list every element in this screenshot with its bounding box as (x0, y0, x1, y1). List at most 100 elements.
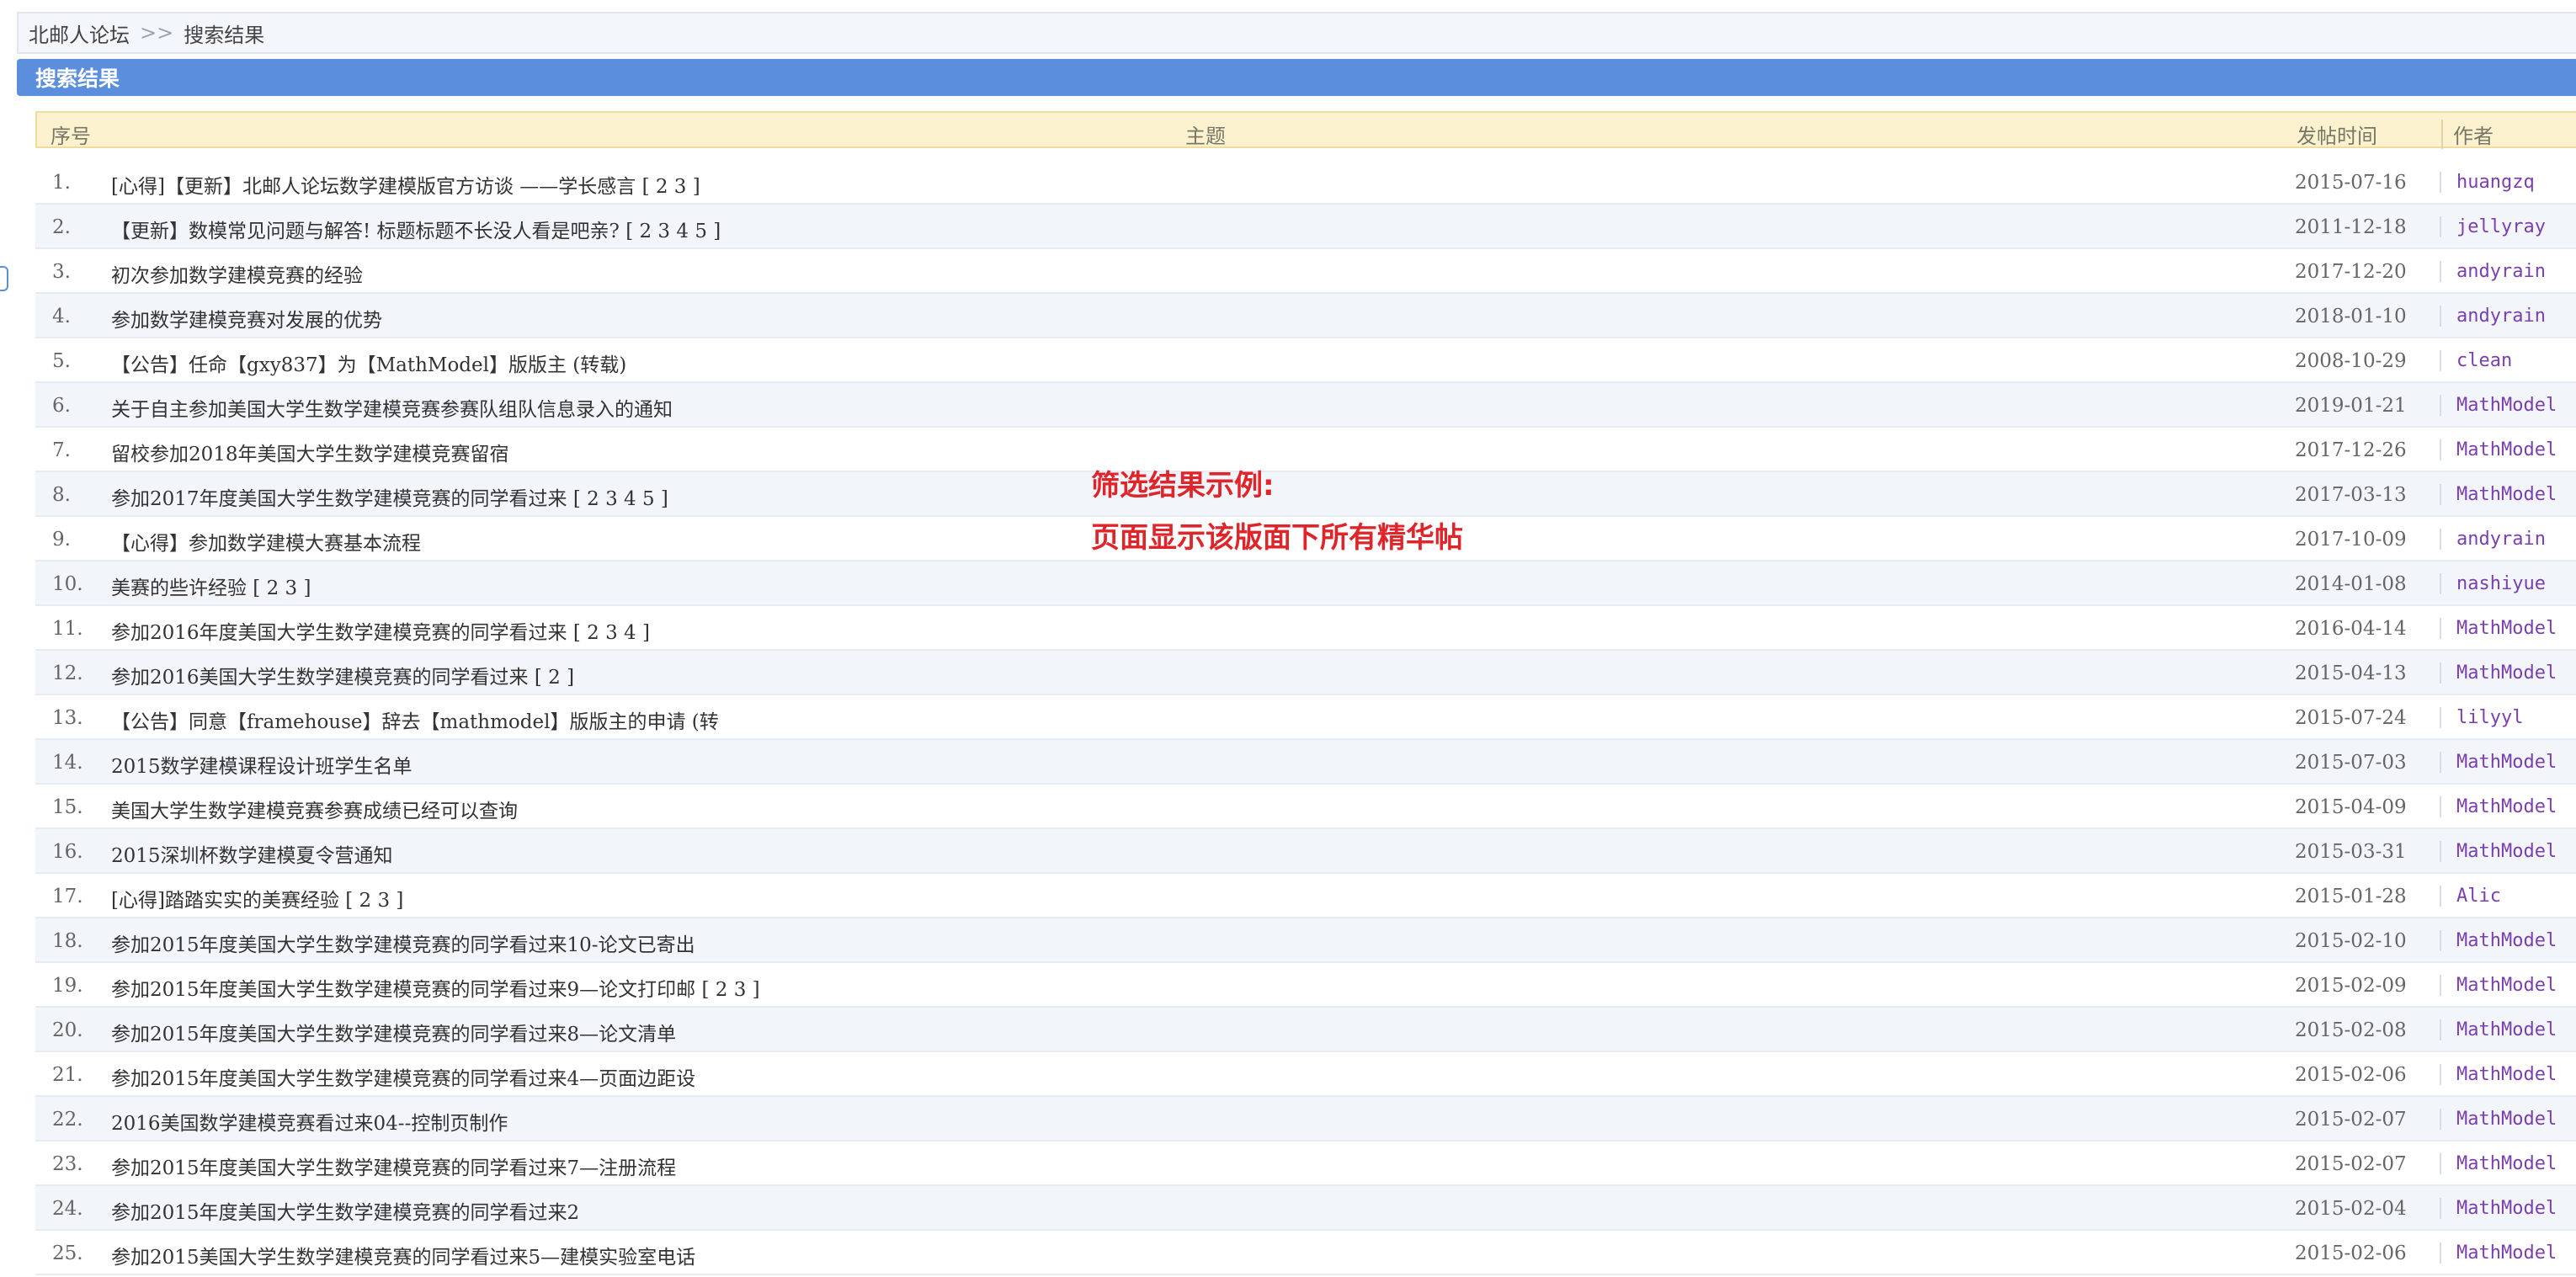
search-results-page: 北邮人论坛 >> 搜索结果 搜索结果 序号 主题 发帖时间 作者 1. [心得]【… (0, 0, 2576, 1277)
row-post-time: 2015-02-07 (2295, 1153, 2407, 1175)
row-author-link[interactable]: MathModel (2440, 662, 2557, 684)
row-post-time: 2016-04-14 (2295, 618, 2407, 640)
table-row: 21. 参加2015年度美国大学生数学建模竞赛的同学看过来4—页面边距设 2015-… (35, 1052, 2576, 1097)
row-post-time: 2015-01-28 (2295, 886, 2407, 907)
row-topic-link[interactable]: 参加2015年度美国大学生数学建模竞赛的同学看过来7—注册流程 (111, 1152, 676, 1180)
row-author-link[interactable]: huangzq (2440, 172, 2535, 193)
table-row: 3. 初次参加数学建模竞赛的经验 2017-12-20 andyrain (35, 249, 2576, 294)
row-topic-link[interactable]: 参加2016年度美国大学生数学建模竞赛的同学看过来 [ 2 3 4 ] (111, 616, 650, 645)
row-author-link[interactable]: andyrain (2440, 306, 2546, 327)
table-row: 13. 【公告】同意【framehouse】辞去【mathmodel】版版主的申请… (35, 695, 2576, 740)
row-seq: 24. (52, 1198, 83, 1220)
row-topic-link[interactable]: 参加2015年度美国大学生数学建模竞赛的同学看过来10-论文已寄出 (111, 928, 695, 957)
row-author-link[interactable]: MathModel (2440, 1153, 2557, 1174)
breadcrumb-forum-link[interactable]: 北邮人论坛 (29, 19, 130, 48)
side-panel-toggle-handle[interactable] (0, 266, 8, 291)
row-topic-link[interactable]: 美国大学生数学建模竞赛参赛成绩已经可以查询 (111, 795, 518, 823)
row-seq: 2. (52, 216, 71, 238)
row-author-link[interactable]: MathModel (2440, 975, 2557, 996)
row-author-link[interactable]: MathModel (2440, 439, 2557, 460)
row-post-time: 2014-01-08 (2295, 573, 2407, 595)
row-seq: 1. (52, 172, 71, 194)
row-post-time: 2011-12-18 (2295, 216, 2407, 238)
row-topic-link[interactable]: 参加2015年度美国大学生数学建模竞赛的同学看过来2 (111, 1196, 579, 1225)
row-author-link[interactable]: MathModel (2440, 930, 2557, 951)
table-row: 16. 2015深圳杯数学建模夏令营通知 2015-03-31 MathModel (35, 829, 2576, 874)
row-author-link[interactable]: MathModel (2440, 484, 2557, 505)
row-topic-link[interactable]: 2015深圳杯数学建模夏令营通知 (111, 839, 393, 868)
row-topic-link[interactable]: 美赛的些许经验 [ 2 3 ] (111, 572, 311, 600)
row-author-link[interactable]: MathModel (2440, 1019, 2557, 1040)
row-author-link[interactable]: andyrain (2440, 261, 2546, 282)
row-topic-link[interactable]: 参加2015年度美国大学生数学建模竞赛的同学看过来9—论文打印邮 [ 2 3 ] (111, 973, 760, 1002)
row-topic-link[interactable]: 参加2017年度美国大学生数学建模竞赛的同学看过来 [ 2 3 4 5 ] (111, 482, 668, 511)
row-topic-link[interactable]: 参加数学建模竞赛对发展的优势 (111, 304, 382, 333)
row-topic-link[interactable]: 【公告】同意【framehouse】辞去【mathmodel】版版主的申请 (转 (111, 705, 719, 734)
row-author-link[interactable]: MathModel (2440, 395, 2557, 416)
header-topic: 主题 (1185, 125, 1226, 148)
row-author-link[interactable]: MathModel (2440, 1064, 2557, 1085)
row-author-link[interactable]: MathModel (2440, 1242, 2557, 1264)
row-author-link[interactable]: clean (2440, 350, 2512, 371)
row-topic-link[interactable]: 参加2015年度美国大学生数学建模竞赛的同学看过来8—论文清单 (111, 1018, 676, 1046)
row-seq: 5. (52, 350, 71, 372)
table-row: 17. [心得]踏踏实实的美赛经验 [ 2 3 ] 2015-01-28 Alic (35, 874, 2576, 918)
table-row: 11. 参加2016年度美国大学生数学建模竞赛的同学看过来 [ 2 3 4 ] 20… (35, 606, 2576, 651)
row-seq: 17. (52, 886, 83, 907)
row-author-link[interactable]: jellyray (2440, 216, 2546, 237)
row-topic-link[interactable]: 【更新】数模常见问题与解答! 标题标题不长没人看是吧亲? [ 2 3 4 5 ] (111, 215, 721, 243)
row-post-time: 2017-10-09 (2295, 529, 2407, 551)
row-topic-link[interactable]: [心得]踏踏实实的美赛经验 [ 2 3 ] (111, 884, 403, 913)
row-seq: 20. (52, 1019, 83, 1041)
row-seq: 23. (52, 1153, 83, 1175)
table-row: 15. 美国大学生数学建模竞赛参赛成绩已经可以查询 2015-04-09 MathMo… (35, 785, 2576, 829)
table-row: 10. 美赛的些许经验 [ 2 3 ] 2014-01-08 nashiyue (35, 561, 2576, 606)
row-seq: 8. (52, 484, 71, 506)
table-row: 24. 参加2015年度美国大学生数学建模竞赛的同学看过来2 2015-02-04 M… (35, 1186, 2576, 1231)
row-topic-link[interactable]: [心得]【更新】北邮人论坛数学建模版官方访谈 ——学长感言 [ 2 3 ] (111, 170, 700, 199)
row-topic-link[interactable]: 初次参加数学建模竞赛的经验 (111, 259, 363, 288)
row-post-time: 2015-02-06 (2295, 1242, 2407, 1264)
row-topic-link[interactable]: 2015数学建模课程设计班学生名单 (111, 750, 412, 779)
row-post-time: 2018-01-10 (2295, 306, 2407, 327)
row-post-time: 2015-07-24 (2295, 707, 2407, 729)
row-seq: 10. (52, 573, 83, 595)
breadcrumb-current: 搜索结果 (184, 23, 265, 47)
results-rows: 1. [心得]【更新】北邮人论坛数学建模版官方访谈 ——学长感言 [ 2 3 ] 2… (35, 160, 2576, 1275)
row-seq: 18. (52, 930, 83, 952)
table-row: 22. 2016美国数学建模竞赛看过来04--控制页制作 2015-02-07 Mat… (35, 1097, 2576, 1141)
row-author-link[interactable]: MathModel (2440, 1109, 2557, 1130)
row-topic-link[interactable]: 2016美国数学建模竞赛看过来04--控制页制作 (111, 1107, 508, 1136)
table-row: 25. 参加2015美国大学生数学建模竞赛的同学看过来5—建模实验室电话 2015-… (35, 1231, 2576, 1275)
table-row: 6. 关于自主参加美国大学生数学建模竞赛参赛队组队信息录入的通知 2019-01-2… (35, 383, 2576, 428)
breadcrumb: 北邮人论坛 >> 搜索结果 (17, 12, 2576, 54)
row-author-link[interactable]: andyrain (2440, 529, 2546, 550)
section-title: 搜索结果 (35, 67, 120, 91)
row-seq: 15. (52, 796, 83, 818)
row-author-link[interactable]: MathModel (2440, 1198, 2557, 1219)
row-author-link[interactable]: MathModel (2440, 618, 2557, 639)
row-author-link[interactable]: MathModel (2440, 796, 2557, 817)
row-author-link[interactable]: MathModel (2440, 841, 2557, 862)
row-topic-link[interactable]: 参加2015年度美国大学生数学建模竞赛的同学看过来4—页面边距设 (111, 1062, 695, 1091)
results-table: 序号 主题 发帖时间 作者 1. [心得]【更新】北邮人论坛数学建模版官方访谈 —… (35, 111, 2576, 1275)
row-post-time: 2015-03-31 (2295, 841, 2407, 863)
row-post-time: 2015-04-13 (2295, 662, 2407, 684)
row-topic-link[interactable]: 【心得】参加数学建模大赛基本流程 (111, 527, 421, 556)
row-topic-link[interactable]: 参加2015美国大学生数学建模竞赛的同学看过来5—建模实验室电话 (111, 1241, 695, 1269)
row-author-link[interactable]: MathModel (2440, 752, 2557, 773)
row-post-time: 2015-02-10 (2295, 930, 2407, 952)
row-topic-link[interactable]: 留校参加2018年美国大学生数学建模竞赛留宿 (111, 438, 509, 466)
table-row: 23. 参加2015年度美国大学生数学建模竞赛的同学看过来7—注册流程 2015-0… (35, 1141, 2576, 1186)
row-seq: 6. (52, 395, 71, 417)
row-topic-link[interactable]: 【公告】任命【gxy837】为【MathModel】版版主 (转载) (111, 349, 626, 377)
row-topic-link[interactable]: 参加2016美国大学生数学建模竞赛的同学看过来 [ 2 ] (111, 661, 574, 689)
header-time: 发帖时间 (2297, 125, 2377, 148)
table-row: 1. [心得]【更新】北邮人论坛数学建模版官方访谈 ——学长感言 [ 2 3 ] 2… (35, 160, 2576, 205)
row-author-link[interactable]: nashiyue (2440, 573, 2546, 594)
row-author-link[interactable]: lilyyl (2440, 707, 2523, 728)
row-post-time: 2008-10-29 (2295, 350, 2407, 372)
row-author-link[interactable]: Alic (2440, 886, 2501, 907)
annotation-callout: 筛选结果示例: 页面显示该版面下所有精华帖 (1091, 460, 1463, 564)
row-topic-link[interactable]: 关于自主参加美国大学生数学建模竞赛参赛队组队信息录入的通知 (111, 393, 673, 422)
